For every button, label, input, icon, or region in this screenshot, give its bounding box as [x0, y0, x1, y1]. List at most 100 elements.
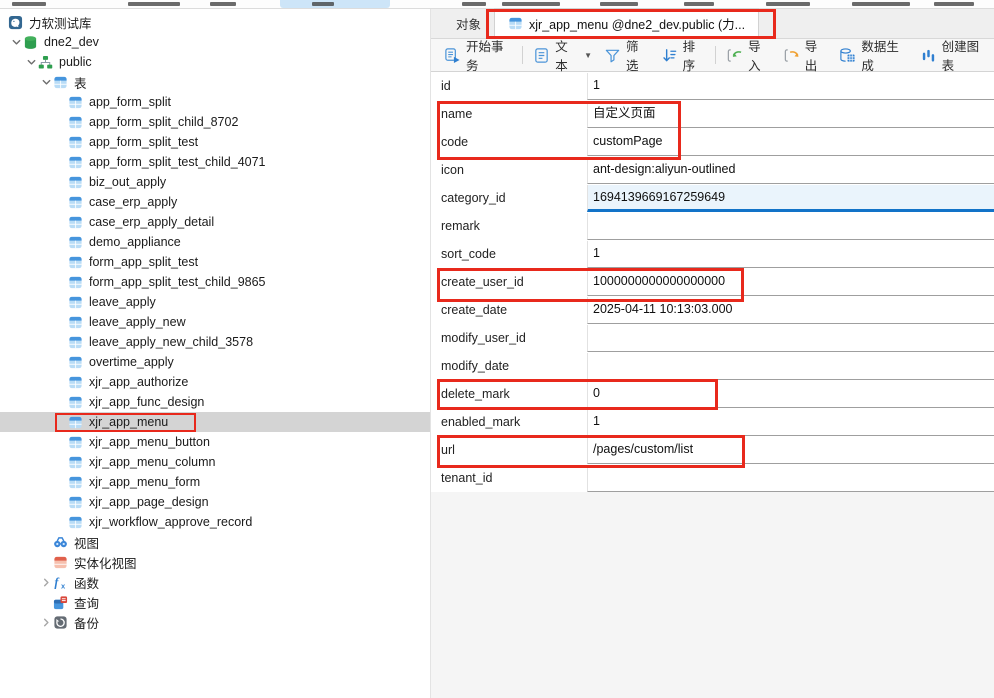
table-icon: [68, 355, 83, 370]
table-icon: [68, 455, 83, 470]
record-form-view: id 1 name 自定义页面 code customPage icon ant…: [431, 72, 994, 698]
tree-item[interactable]: overtime_apply: [0, 352, 430, 372]
table-icon: [68, 235, 83, 250]
table-icon: [68, 155, 83, 170]
export-button[interactable]: 导出: [777, 42, 834, 68]
tree-item[interactable]: case_erp_apply_detail: [0, 212, 430, 232]
import-button[interactable]: 导入: [720, 42, 777, 68]
table-icon: [68, 215, 83, 230]
tree-item[interactable]: 备份: [0, 612, 430, 632]
tree-item[interactable]: 查询: [0, 592, 430, 612]
expand-chevron[interactable]: [39, 577, 53, 588]
field-value-input[interactable]: 1: [587, 73, 994, 100]
field-value-input[interactable]: /pages/custom/list: [587, 437, 994, 464]
tree-item[interactable]: leave_apply: [0, 292, 430, 312]
table-icon: [68, 135, 83, 150]
field-value-input[interactable]: [587, 213, 994, 240]
tree-item[interactable]: dne2_dev: [0, 32, 430, 52]
table-icon: [68, 315, 83, 330]
tree-item-label: biz_out_apply: [89, 175, 166, 189]
record-field-row: tenant_id: [431, 464, 994, 492]
text-view-button[interactable]: 文本 ▼: [527, 42, 598, 68]
tree-item[interactable]: 实体化视图: [0, 552, 430, 572]
tree-item[interactable]: leave_apply_new_child_3578: [0, 332, 430, 352]
tree-item[interactable]: case_erp_apply: [0, 192, 430, 212]
database-object-tree: 力软测试库: [0, 9, 431, 698]
create-chart-button[interactable]: 创建图表: [914, 42, 994, 68]
record-field-row: create_date 2025-04-11 10:13:03.000: [431, 296, 994, 324]
data-grid-toolbar: 开始事务 文本 ▼ 筛选 排序: [431, 39, 994, 72]
tree-item[interactable]: 力软测试库: [0, 12, 430, 32]
tree-item[interactable]: xjr_app_menu: [0, 412, 430, 432]
expand-chevron[interactable]: [24, 57, 38, 68]
expand-chevron[interactable]: [39, 617, 53, 628]
field-value-input[interactable]: ant-design:aliyun-outlined: [587, 157, 994, 184]
tree-item[interactable]: form_app_split_test: [0, 252, 430, 272]
field-value-input[interactable]: 1: [587, 409, 994, 436]
field-value-input[interactable]: 0: [587, 381, 994, 408]
expand-chevron[interactable]: [39, 77, 53, 88]
tab-objects[interactable]: 对象: [443, 8, 494, 38]
field-value-input[interactable]: 1694139669167259649: [587, 185, 994, 212]
table-icon: [68, 515, 83, 530]
import-label: 导入: [748, 36, 771, 74]
table-icon: [68, 275, 83, 290]
record-field-row: name 自定义页面: [431, 100, 994, 128]
tree-item-label: 备份: [74, 613, 99, 632]
field-value-input[interactable]: 1: [587, 241, 994, 268]
filter-button[interactable]: 筛选: [598, 42, 655, 68]
field-value-input[interactable]: [587, 465, 994, 492]
filter-icon: [604, 47, 621, 64]
tree-item-label: xjr_app_menu: [89, 415, 168, 429]
tree-item[interactable]: leave_apply_new: [0, 312, 430, 332]
field-value-input[interactable]: 自定义页面: [587, 101, 994, 128]
field-label: modify_user_id: [431, 324, 587, 352]
data-generation-button[interactable]: 数据生成: [833, 42, 913, 68]
field-value-input[interactable]: 2025-04-11 10:13:03.000: [587, 297, 994, 324]
create-chart-icon: [920, 47, 937, 64]
tree-item[interactable]: xjr_app_page_design: [0, 492, 430, 512]
record-field-row: code customPage: [431, 128, 994, 156]
tree-item-label: 查询: [74, 593, 99, 612]
record-field-row: create_user_id 1000000000000000000: [431, 268, 994, 296]
tree-item[interactable]: 视图: [0, 532, 430, 552]
tree-item[interactable]: xjr_app_menu_form: [0, 472, 430, 492]
table-icon: [68, 475, 83, 490]
field-label: tenant_id: [431, 464, 587, 492]
tree-item[interactable]: xjr_app_authorize: [0, 372, 430, 392]
tree-item-label: xjr_app_menu_button: [89, 435, 210, 449]
tree-item[interactable]: fx 函数: [0, 572, 430, 592]
record-field-row: sort_code 1: [431, 240, 994, 268]
tree-item[interactable]: app_form_split_test: [0, 132, 430, 152]
tree-item-label: xjr_app_menu_form: [89, 475, 200, 489]
expand-chevron[interactable]: [9, 37, 23, 48]
field-label: name: [431, 100, 587, 128]
field-label: create_date: [431, 296, 587, 324]
tree-item[interactable]: app_form_split: [0, 92, 430, 112]
field-value-input[interactable]: customPage: [587, 129, 994, 156]
chevron-down-icon: ▼: [584, 51, 592, 60]
sort-button[interactable]: 排序: [655, 42, 712, 68]
tree-item[interactable]: form_app_split_test_child_9865: [0, 272, 430, 292]
tree-item[interactable]: 表: [0, 72, 430, 92]
field-value-input[interactable]: [587, 325, 994, 352]
tree-item[interactable]: xjr_app_menu_column: [0, 452, 430, 472]
tree-item-label: case_erp_apply: [89, 195, 177, 209]
field-value-input[interactable]: [587, 353, 994, 380]
document-tab-bar: 对象 xjr_app_menu @dne2_dev.public (力...: [431, 9, 994, 39]
tree-item[interactable]: public: [0, 52, 430, 72]
record-field-row: delete_mark 0: [431, 380, 994, 408]
field-label: create_user_id: [431, 268, 587, 296]
tab-xjr-app-menu[interactable]: xjr_app_menu @dne2_dev.public (力...: [494, 8, 759, 38]
tree-item[interactable]: app_form_split_test_child_4071: [0, 152, 430, 172]
tree-item[interactable]: biz_out_apply: [0, 172, 430, 192]
tree-item[interactable]: xjr_app_func_design: [0, 392, 430, 412]
tree-item[interactable]: xjr_workflow_approve_record: [0, 512, 430, 532]
tree-item[interactable]: demo_appliance: [0, 232, 430, 252]
field-value-input[interactable]: 1000000000000000000: [587, 269, 994, 296]
materialized-view-icon: [53, 555, 68, 570]
tree-item[interactable]: app_form_split_child_8702: [0, 112, 430, 132]
text-view-label: 文本: [555, 36, 577, 74]
tree-item[interactable]: xjr_app_menu_button: [0, 432, 430, 452]
begin-transaction-button[interactable]: 开始事务: [438, 42, 518, 68]
